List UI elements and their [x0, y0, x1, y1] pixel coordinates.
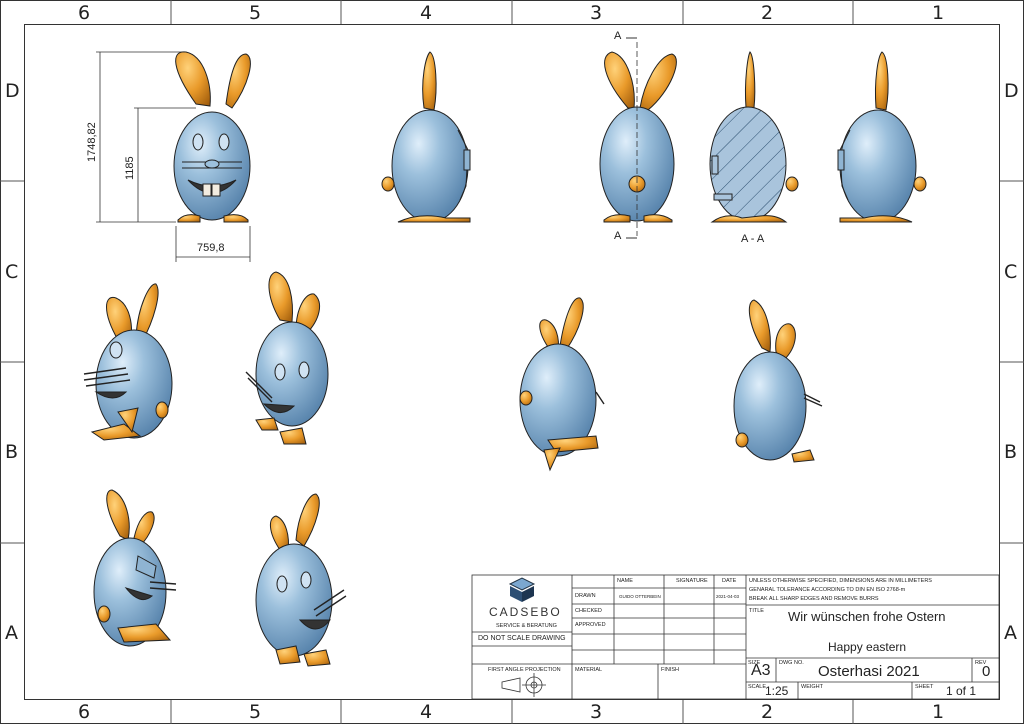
row-approved-label: APPROVED: [575, 622, 606, 628]
zone-row-a-right: A: [1004, 622, 1017, 644]
zone-row-d-left: D: [5, 80, 20, 102]
back-view: [599, 37, 677, 239]
iso-view-4: [733, 299, 823, 463]
general-note-2: GENARAL TOLERANCE ACCORDING TO DIN EN IS…: [749, 587, 906, 593]
dimension-total-height: 1748,82: [86, 122, 98, 162]
iso-view-1: [83, 283, 173, 441]
drawing-title-line2: Happy eastern: [828, 640, 907, 654]
section-label: A - A: [741, 233, 765, 245]
drawing-title-line1: Wir wünschen frohe Ostern: [788, 609, 946, 624]
zone-col-5-top: 5: [249, 2, 262, 24]
dimension-width: 759,8: [197, 242, 225, 254]
drawn-date: 2021-04-03: [716, 594, 740, 599]
logo-icon: [508, 577, 536, 602]
drawn-by-name: GUIDO OTTERBEIN: [619, 594, 661, 599]
zone-col-6-bottom: 6: [78, 701, 91, 723]
zone-row-a-left: A: [5, 622, 18, 644]
material-label: MATERIAL: [575, 667, 603, 673]
sheet-number: 1 of 1: [946, 684, 977, 698]
zone-col-4-bottom: 4: [420, 701, 433, 723]
header-name: NAME: [617, 578, 633, 584]
sheet-label: SHEET: [915, 684, 934, 690]
finish-label: FINISH: [661, 667, 680, 673]
iso-view-5: [93, 489, 177, 647]
dimension-body-height: 1185: [124, 156, 136, 180]
general-note-3: BREAK ALL SHARP EDGES AND REMOVE BURRS: [749, 596, 879, 602]
zone-col-6-top: 6: [78, 2, 91, 24]
header-date: DATE: [722, 578, 737, 584]
zone-row-d-right: D: [1004, 80, 1019, 102]
projection-label: FIRST ANGLE PROJECTION: [488, 667, 561, 673]
company-logo-subtext: SERVICE & BERATUNG: [496, 623, 557, 629]
dwg-no-label: DWG NO.: [779, 660, 804, 666]
company-logo-text: CADSEBO: [489, 605, 562, 619]
row-checked-label: CHECKED: [575, 608, 602, 614]
header-signature: SIGNATURE: [676, 578, 708, 584]
do-not-scale-note: DO NOT SCALE DRAWING: [478, 635, 566, 642]
general-note-1: UNLESS OTHERWISE SPECIFIED, DIMENSIONS A…: [749, 578, 932, 584]
zone-col-5-bottom: 5: [249, 701, 262, 723]
zone-col-4-top: 4: [420, 2, 433, 24]
revision-value: 0: [982, 663, 991, 680]
drawing-number: Osterhasi 2021: [818, 663, 920, 680]
weight-label: WEIGHT: [801, 684, 823, 690]
side-view-right: [837, 51, 927, 223]
iso-view-3: [519, 297, 605, 472]
zone-col-1-bottom: 1: [932, 701, 945, 723]
scale-value: 1:25: [765, 684, 789, 698]
row-drawn-label: DRAWN: [575, 593, 596, 599]
iso-view-6: [255, 493, 347, 667]
zone-col-3-top: 3: [590, 2, 603, 24]
side-view-left: [381, 51, 471, 223]
section-marker-bottom: A: [614, 230, 622, 242]
front-view: [96, 51, 251, 262]
zone-col-2-top: 2: [761, 2, 774, 24]
zone-col-3-bottom: 3: [590, 701, 603, 723]
sheet-size-value: A3: [751, 662, 771, 679]
zone-row-b-right: B: [1004, 441, 1018, 463]
zone-row-c-right: C: [1004, 261, 1018, 283]
zone-row-c-left: C: [5, 261, 19, 283]
title-label: TITLE: [749, 608, 764, 614]
zone-col-1-top: 1: [932, 2, 945, 24]
section-view: [709, 51, 799, 223]
projection-symbol-icon: [501, 673, 546, 697]
scale-label: SCALE: [748, 684, 767, 690]
section-marker-top: A: [614, 30, 622, 42]
zone-row-b-left: B: [5, 441, 19, 463]
zone-col-2-bottom: 2: [761, 701, 774, 723]
iso-view-2: [245, 271, 329, 445]
